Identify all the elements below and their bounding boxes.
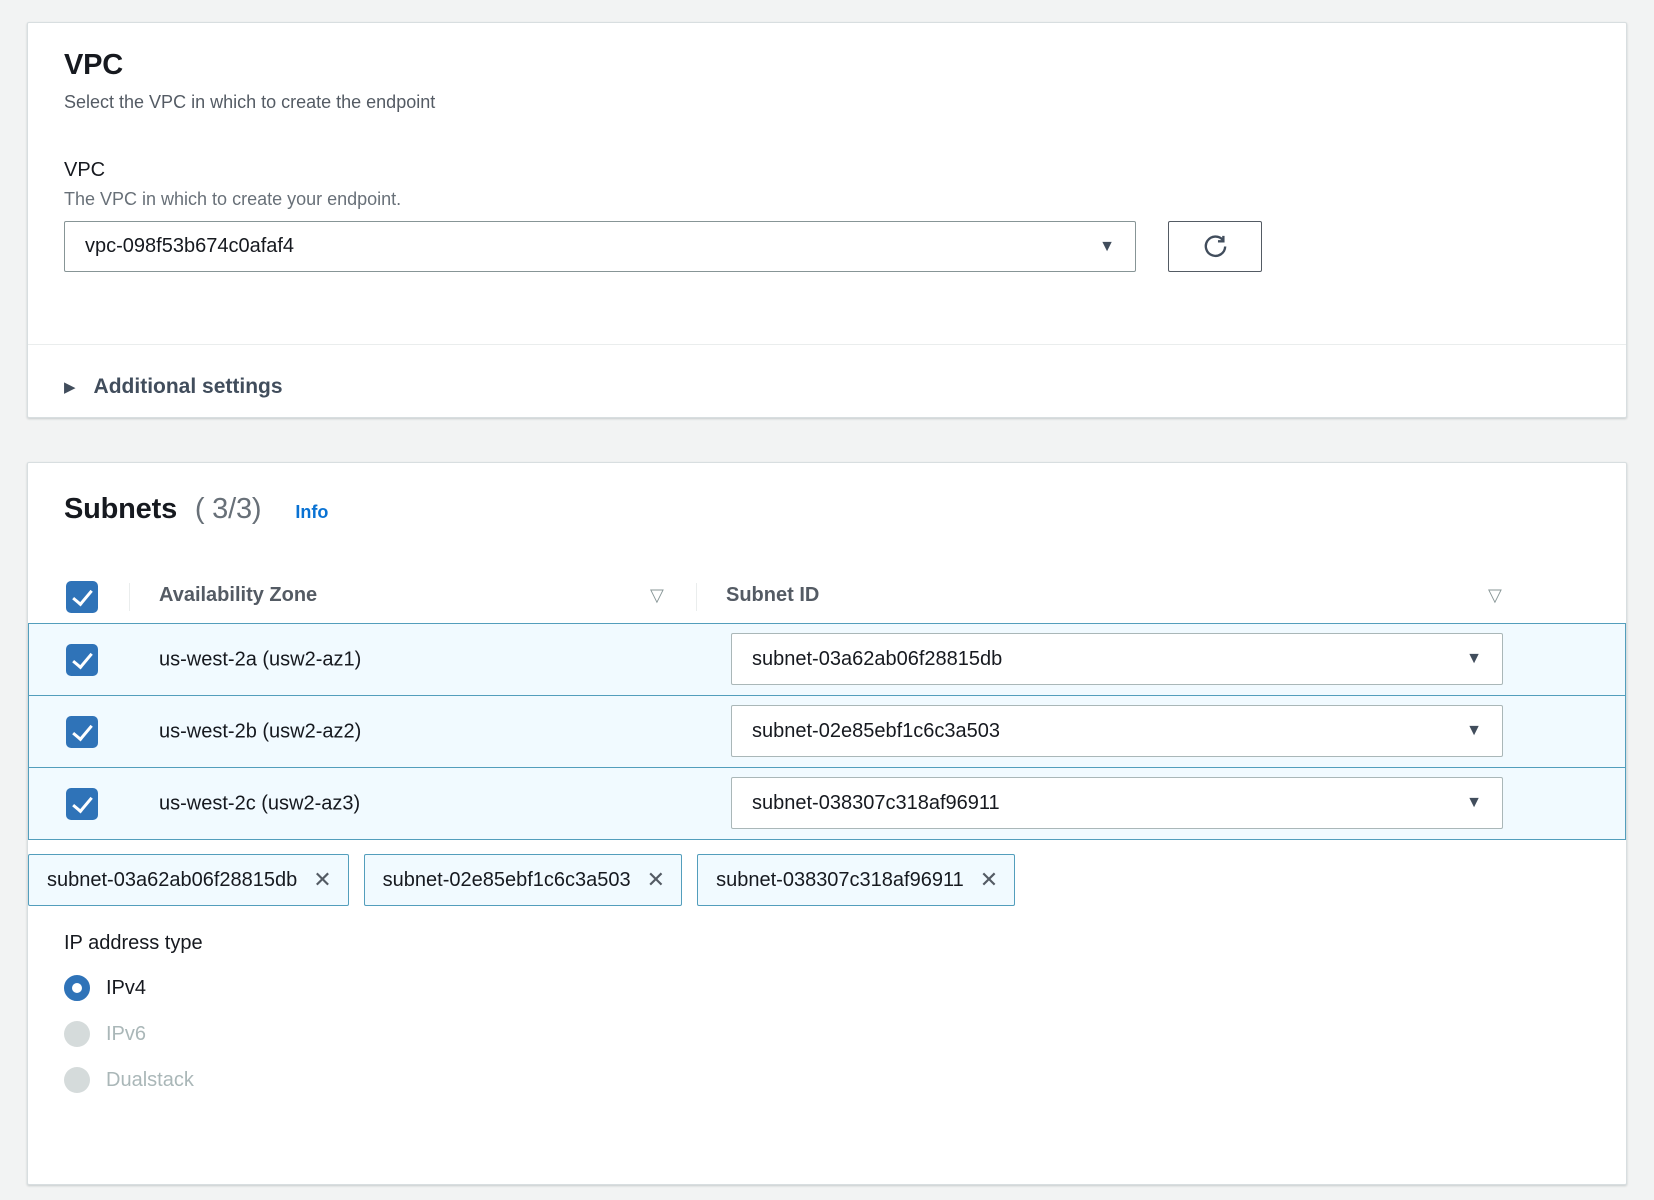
row-checkbox[interactable] — [66, 788, 98, 820]
vpc-field-label: VPC — [64, 159, 1590, 182]
column-header-subnet-id: Subnet ID — [726, 584, 819, 607]
table-row: us-west-2b (usw2-az2) subnet-02e85ebf1c6… — [29, 695, 1625, 767]
subnets-title-text: Subnets — [64, 493, 177, 525]
subnet-rows: us-west-2a (usw2-az1) subnet-03a62ab06f2… — [28, 623, 1626, 840]
vpc-field-description: The VPC in which to create your endpoint… — [64, 189, 1590, 210]
table-header: Availability Zone ▽ Subnet ID ▽ — [28, 571, 1626, 623]
radio-disabled-icon — [64, 1067, 90, 1093]
refresh-button[interactable] — [1168, 221, 1262, 272]
row-checkbox[interactable] — [66, 644, 98, 676]
chevron-down-icon: ▼ — [1099, 238, 1115, 256]
info-link[interactable]: Info — [295, 502, 328, 523]
subnet-token: subnet-038307c318af96911 ✕ — [697, 854, 1015, 906]
section-divider — [28, 344, 1626, 345]
radio-label: IPv4 — [106, 977, 146, 1000]
vpc-card-subtitle: Select the VPC in which to create the en… — [64, 92, 1590, 113]
availability-zone-label: us-west-2b (usw2-az2) — [159, 720, 361, 743]
expander-arrow-icon: ▶ — [64, 378, 76, 396]
chevron-down-icon: ▼ — [1466, 650, 1482, 668]
additional-settings-label: Additional settings — [94, 375, 283, 399]
radio-option-dualstack: Dualstack — [64, 1067, 1590, 1093]
subnet-select[interactable]: subnet-038307c318af96911 ▼ — [731, 777, 1503, 829]
dismiss-icon[interactable]: ✕ — [313, 869, 331, 891]
vpc-card: VPC Select the VPC in which to create th… — [27, 22, 1627, 418]
column-divider — [696, 583, 697, 611]
subnet-select[interactable]: subnet-02e85ebf1c6c3a503 ▼ — [731, 705, 1503, 757]
token-label: subnet-03a62ab06f28815db — [47, 869, 297, 892]
ip-address-type-group: IP address type IPv4 IPv6 Dualstack — [28, 906, 1626, 1093]
radio-option-ipv4[interactable]: IPv4 — [64, 975, 1590, 1001]
select-all-checkbox[interactable] — [66, 581, 98, 613]
additional-settings-expander[interactable]: ▶ Additional settings — [64, 361, 283, 413]
radio-selected-icon[interactable] — [64, 975, 90, 1001]
subnet-select-value: subnet-03a62ab06f28815db — [752, 648, 1002, 671]
subnets-title: Subnets ( 3/3) — [64, 493, 261, 526]
vpc-card-title: VPC — [64, 49, 1590, 82]
token-label: subnet-02e85ebf1c6c3a503 — [383, 869, 631, 892]
table-row: us-west-2a (usw2-az1) subnet-03a62ab06f2… — [29, 623, 1625, 695]
selected-subnet-tokens: subnet-03a62ab06f28815db ✕ subnet-02e85e… — [28, 854, 1626, 906]
radio-label: IPv6 — [106, 1023, 146, 1046]
subnet-token: subnet-02e85ebf1c6c3a503 ✕ — [364, 854, 682, 906]
subnet-select-value: subnet-02e85ebf1c6c3a503 — [752, 720, 1000, 743]
refresh-icon — [1202, 233, 1229, 260]
subnet-token: subnet-03a62ab06f28815db ✕ — [28, 854, 349, 906]
row-checkbox[interactable] — [66, 716, 98, 748]
column-divider — [129, 583, 130, 611]
availability-zone-label: us-west-2a (usw2-az1) — [159, 648, 361, 671]
subnet-select-value: subnet-038307c318af96911 — [752, 792, 1000, 815]
column-header-availability-zone: Availability Zone — [159, 584, 317, 607]
dismiss-icon[interactable]: ✕ — [647, 869, 665, 891]
token-label: subnet-038307c318af96911 — [716, 869, 964, 892]
radio-label: Dualstack — [106, 1069, 194, 1092]
table-row: us-west-2c (usw2-az3) subnet-038307c318a… — [29, 767, 1625, 839]
radio-disabled-icon — [64, 1021, 90, 1047]
page: VPC Select the VPC in which to create th… — [0, 0, 1654, 1200]
sort-icon[interactable]: ▽ — [1488, 585, 1502, 606]
subnets-count: ( 3/3) — [195, 493, 262, 525]
sort-icon[interactable]: ▽ — [650, 585, 664, 606]
vpc-select[interactable]: vpc-098f53b674c0afaf4 ▼ — [64, 221, 1136, 272]
availability-zone-label: us-west-2c (usw2-az3) — [159, 792, 360, 815]
subnets-card: Subnets ( 3/3) Info Availability Zone ▽ … — [27, 462, 1627, 1185]
chevron-down-icon: ▼ — [1466, 722, 1482, 740]
radio-option-ipv6: IPv6 — [64, 1021, 1590, 1047]
dismiss-icon[interactable]: ✕ — [980, 869, 998, 891]
subnet-select[interactable]: subnet-03a62ab06f28815db ▼ — [731, 633, 1503, 685]
vpc-select-value: vpc-098f53b674c0afaf4 — [85, 235, 294, 258]
ip-address-type-label: IP address type — [64, 932, 1590, 955]
chevron-down-icon: ▼ — [1466, 794, 1482, 812]
